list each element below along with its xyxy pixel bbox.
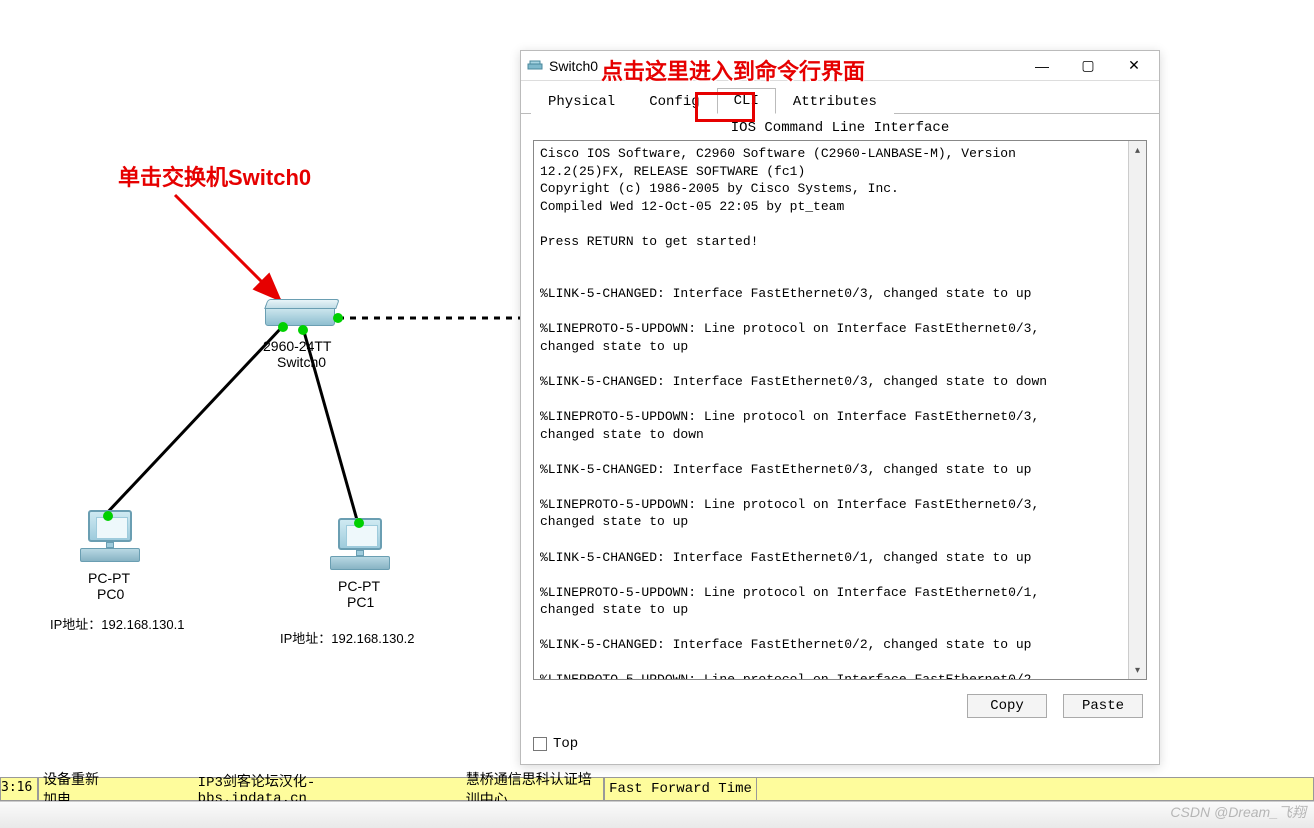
pc0-type-label: PC-PT xyxy=(88,570,130,586)
pc0-ip-label: IP地址：192.168.130.1 xyxy=(50,614,184,633)
link-dot xyxy=(298,325,308,335)
tab-physical[interactable]: Physical xyxy=(531,89,632,114)
status-message-bar: 设备重新加电 IP3剑客论坛汉化-bbs.ipdata.cn 慧桥通信思科认证培… xyxy=(38,777,604,801)
bottom-toolbar[interactable] xyxy=(0,801,1314,828)
switch-icon xyxy=(527,58,543,74)
pc1-type-label: PC-PT xyxy=(338,578,380,594)
pc0-name-label: PC0 xyxy=(97,586,124,602)
pc1-name-label: PC1 xyxy=(347,594,374,610)
cli-scrollbar[interactable]: ▴ ▾ xyxy=(1128,141,1146,679)
watermark: CSDN @Dream_飞翔 xyxy=(1170,802,1306,822)
status-bar: 3:16 设备重新加电 IP3剑客论坛汉化-bbs.ipdata.cn 慧桥通信… xyxy=(0,777,1314,801)
paste-button[interactable]: Paste xyxy=(1063,694,1143,718)
fast-forward-time-button[interactable]: Fast Forward Time xyxy=(604,777,757,801)
window-title: Switch0 xyxy=(549,58,598,74)
cli-panel-title: IOS Command Line Interface xyxy=(521,114,1159,140)
status-time: 3:16 xyxy=(0,777,38,801)
switch-model-label: 2960-24TT xyxy=(263,338,331,354)
copy-button[interactable]: Copy xyxy=(967,694,1047,718)
top-label: Top xyxy=(553,736,578,752)
top-checkbox[interactable] xyxy=(533,737,547,751)
link-dot xyxy=(278,322,288,332)
minimize-button[interactable]: — xyxy=(1019,52,1065,80)
link-dot xyxy=(103,511,113,521)
cli-output-text[interactable]: Cisco IOS Software, C2960 Software (C296… xyxy=(534,141,1128,679)
link-dot xyxy=(333,313,343,323)
tab-attributes[interactable]: Attributes xyxy=(776,89,894,114)
pc1-ip-label: IP地址：192.168.130.2 xyxy=(280,628,414,647)
tab-config[interactable]: Config xyxy=(632,89,716,114)
close-button[interactable]: ✕ xyxy=(1111,52,1157,80)
switch-name-label: Switch0 xyxy=(277,354,326,370)
cli-output-area[interactable]: Cisco IOS Software, C2960 Software (C296… xyxy=(533,140,1147,680)
annotation-click-cli: 点击这里进入到命令行界面 xyxy=(601,54,865,86)
tab-cli[interactable]: CLI xyxy=(717,88,776,114)
link-dot xyxy=(354,518,364,528)
scroll-up-icon[interactable]: ▴ xyxy=(1129,141,1146,159)
scroll-down-icon[interactable]: ▾ xyxy=(1129,661,1146,679)
maximize-button[interactable]: ▢ xyxy=(1065,52,1111,80)
switch-config-window: Switch0 — ▢ ✕ 点击这里进入到命令行界面 Physical Conf… xyxy=(520,50,1160,765)
annotation-click-switch: 单击交换机Switch0 xyxy=(118,160,311,192)
